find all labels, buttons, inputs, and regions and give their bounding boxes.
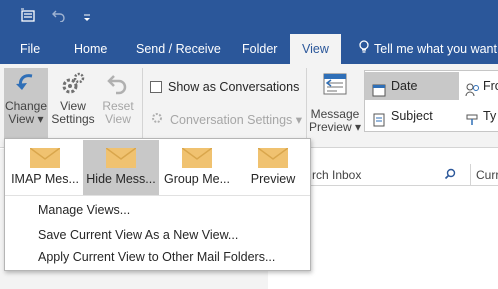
message-preview-label-2: Preview ▾ xyxy=(308,120,362,134)
tab-folder[interactable]: Folder xyxy=(242,34,277,64)
reset-icon xyxy=(98,68,138,100)
lightbulb-icon xyxy=(358,35,370,65)
envelope-icon xyxy=(105,147,137,168)
search-input[interactable]: rch Inbox xyxy=(312,168,361,182)
tell-me-label: Tell me what you want xyxy=(374,42,497,56)
view-option-group-messages[interactable]: Group Me... xyxy=(159,140,235,195)
arrange-by-date[interactable]: Date xyxy=(365,72,459,100)
tab-file[interactable]: File xyxy=(20,34,40,64)
subject-icon xyxy=(372,109,386,137)
ribbon-separator xyxy=(306,68,307,144)
conversations-checkbox[interactable] xyxy=(150,81,162,93)
arrange-by-subject[interactable]: Subject xyxy=(365,102,459,130)
tab-home[interactable]: Home xyxy=(74,34,107,64)
search-divider xyxy=(470,164,471,186)
arrangement-gallery: Date Fro Subject Ty xyxy=(364,70,498,132)
view-settings-label-2: Settings xyxy=(51,112,95,126)
view-option-label: Preview xyxy=(250,172,296,186)
change-view-button[interactable]: Change View ▾ xyxy=(4,68,48,142)
reset-view-button[interactable]: Reset View xyxy=(98,68,138,126)
envelope-icon xyxy=(29,147,61,168)
search-icon[interactable] xyxy=(444,168,456,183)
gear-icon xyxy=(50,68,96,100)
arrange-type-label: Ty xyxy=(483,109,497,123)
conversation-settings-label: Conversation Settings ▾ xyxy=(170,113,303,127)
apply-current-view-menu-item[interactable]: Apply Current View to Other Mail Folders… xyxy=(38,250,275,264)
save-current-view-menu-item[interactable]: Save Current View As a New View... xyxy=(38,228,238,242)
tell-me-box[interactable]: Tell me what you want xyxy=(358,34,497,64)
show-as-conversations-toggle[interactable]: Show as Conversations xyxy=(150,80,299,94)
send-receive-all-icon[interactable] xyxy=(20,8,36,27)
view-option-imap[interactable]: IMAP Mes... xyxy=(7,140,83,195)
customize-qat-icon[interactable] xyxy=(82,10,92,26)
arrange-subject-label: Subject xyxy=(391,109,433,123)
view-option-label: Hide Mess... xyxy=(86,172,156,186)
manage-views-menu-item[interactable]: Manage Views... xyxy=(38,203,130,217)
view-gallery: IMAP Mes... Hide Mess... Group Me... Pre… xyxy=(5,139,310,196)
view-ribbon: Change View ▾ View Settings Reset View S… xyxy=(0,64,498,148)
envelope-icon xyxy=(181,147,213,168)
type-icon xyxy=(465,109,479,137)
arrange-from-label: Fro xyxy=(483,79,498,93)
view-option-hide-messages[interactable]: Hide Mess... xyxy=(83,140,159,195)
arrange-by-type[interactable]: Ty xyxy=(461,102,498,130)
change-view-dropdown: IMAP Mes... Hide Mess... Group Me... Pre… xyxy=(4,138,311,271)
conversation-settings-button[interactable]: Conversation Settings ▾ xyxy=(150,111,302,128)
search-scope-dropdown[interactable]: Curr xyxy=(476,168,498,182)
ribbon-tabs: File Home Send / Receive Folder View Tel… xyxy=(0,34,498,64)
title-bar xyxy=(0,0,498,34)
tab-send-receive[interactable]: Send / Receive xyxy=(136,34,221,64)
view-option-label: Group Me... xyxy=(164,172,230,186)
message-preview-button[interactable]: Message Preview ▾ xyxy=(308,68,362,134)
arrange-by-from[interactable]: Fro xyxy=(461,72,498,100)
change-view-icon xyxy=(4,68,48,100)
tab-view[interactable]: View xyxy=(290,34,341,64)
conversation-settings-icon xyxy=(150,111,164,128)
message-preview-icon xyxy=(308,68,362,100)
reset-view-label-2: View xyxy=(105,112,131,126)
arrange-date-label: Date xyxy=(391,79,418,93)
envelope-icon xyxy=(257,147,289,168)
view-option-label: IMAP Mes... xyxy=(11,172,79,186)
undo-icon[interactable] xyxy=(52,8,66,25)
ribbon-separator xyxy=(142,68,143,144)
show-as-conversations-label: Show as Conversations xyxy=(168,80,300,94)
change-view-label-2: View ▾ xyxy=(8,112,44,126)
view-option-preview[interactable]: Preview xyxy=(235,140,311,195)
view-settings-button[interactable]: View Settings xyxy=(50,68,96,126)
